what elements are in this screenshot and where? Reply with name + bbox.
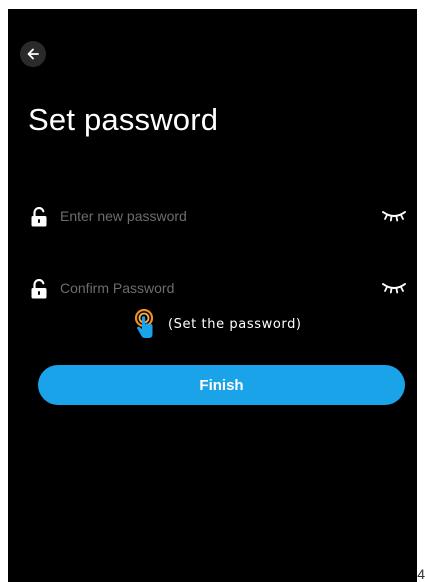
lock-open-icon — [31, 207, 47, 227]
page-number: 4 — [417, 566, 425, 582]
arrow-left-icon — [27, 48, 39, 60]
new-password-field — [24, 199, 409, 233]
confirm-password-field — [24, 271, 409, 305]
lock-open-icon — [31, 279, 47, 299]
eye-closed-icon[interactable] — [381, 280, 407, 294]
back-button[interactable] — [20, 41, 46, 67]
new-password-input[interactable] — [60, 204, 360, 228]
finish-button[interactable]: Finish — [38, 365, 405, 405]
tap-hand-icon — [134, 309, 154, 338]
page-title: Set password — [28, 102, 219, 137]
password-hint: (Set the password) — [132, 309, 302, 339]
hint-text: (Set the password) — [168, 316, 302, 332]
app-screen: Set password (Set the password) Finish — [8, 9, 417, 582]
confirm-password-input[interactable] — [60, 276, 360, 300]
eye-closed-icon[interactable] — [381, 208, 407, 222]
